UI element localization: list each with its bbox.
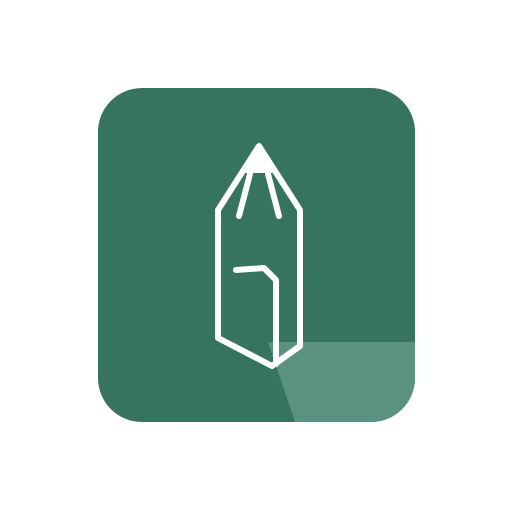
app-icon-tile[interactable]: [98, 88, 415, 422]
app-icon-svg: [98, 88, 415, 422]
icon-canvas: [0, 0, 512, 512]
